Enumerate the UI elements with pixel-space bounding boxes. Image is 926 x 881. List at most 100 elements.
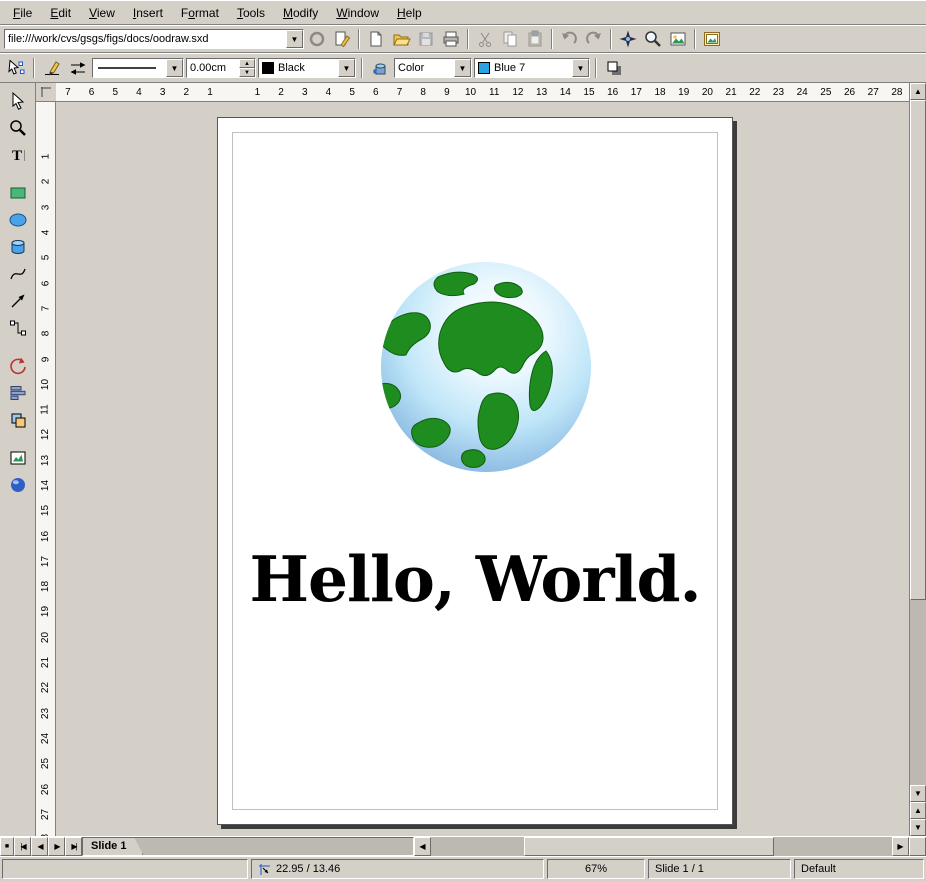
ruler-tick: 23 (36, 701, 55, 726)
ruler-tick: 9 (435, 87, 459, 98)
zoom-tool[interactable] (6, 116, 30, 140)
url-dropdown-button[interactable]: ▼ (286, 30, 303, 48)
zoom-value: 67% (585, 863, 607, 875)
line-width-up-button[interactable]: ▲ (239, 59, 255, 68)
scroll-up-button[interactable]: ▲ (910, 83, 926, 100)
gallery-icon[interactable] (666, 27, 690, 51)
paste-icon[interactable] (523, 27, 547, 51)
layer-mode-button[interactable]: ■ (0, 837, 14, 856)
line-color-dropdown-button[interactable]: ▼ (338, 59, 355, 77)
line-color-combobox: Black ▼ (258, 58, 356, 78)
vertical-scrollbar: ▲ ▼ ▲ ▼ (909, 83, 926, 836)
zoom-field[interactable]: 67% (547, 859, 645, 879)
horizontal-scroll-track[interactable] (774, 837, 892, 856)
horizontal-scrollbar: ◀ ▶ (414, 837, 909, 856)
menu-item[interactable]: File (4, 3, 41, 23)
globe-image[interactable] (378, 255, 594, 485)
previous-page-button[interactable]: ▲ (910, 802, 926, 819)
ruler-tick: 16 (601, 87, 625, 98)
effects-tool[interactable] (6, 473, 30, 497)
ellipse-tool[interactable] (6, 208, 30, 232)
3d-objects-tool[interactable] (6, 235, 30, 259)
open-icon[interactable] (389, 27, 413, 51)
ruler-tick: 1 (36, 144, 55, 169)
next-slide-button[interactable]: ▶ (48, 837, 65, 856)
arrow-style-icon[interactable] (66, 56, 90, 80)
cursor-position-field[interactable]: 22.95 / 13.46 (251, 859, 544, 879)
connector-tool[interactable] (6, 316, 30, 340)
text-tool[interactable]: T (6, 143, 30, 167)
scroll-left-button[interactable]: ◀ (414, 837, 431, 856)
new-document-icon[interactable] (364, 27, 388, 51)
edit-points-icon[interactable] (4, 56, 28, 80)
copy-icon[interactable] (498, 27, 522, 51)
cut-icon[interactable] (473, 27, 497, 51)
alignment-tool[interactable] (6, 381, 30, 405)
first-slide-button[interactable]: |◀ (14, 837, 31, 856)
horizontal-scroll-thumb[interactable] (524, 837, 774, 856)
ruler-tick: 18 (36, 574, 55, 599)
shadow-icon[interactable] (602, 56, 626, 80)
ruler-tick: 26 (838, 87, 862, 98)
curve-tool[interactable] (6, 262, 30, 286)
area-style-dropdown-button[interactable]: ▼ (454, 59, 471, 77)
menu-item[interactable]: View (80, 3, 124, 23)
line-width-input[interactable] (187, 59, 239, 77)
url-input[interactable] (5, 30, 286, 48)
rotate-tool[interactable] (6, 354, 30, 378)
page-canvas[interactable]: Hello, World. (217, 117, 733, 825)
ruler-tick: 12 (36, 422, 55, 447)
fill-color-dropdown-button[interactable]: ▼ (572, 59, 589, 77)
area-style-label: Color (395, 59, 454, 77)
separator (595, 58, 597, 78)
last-slide-button[interactable]: ▶| (65, 837, 82, 856)
scroll-down-button[interactable]: ▼ (910, 785, 926, 802)
menu-item[interactable]: Modify (274, 3, 327, 23)
previous-slide-button[interactable]: ◀ (31, 837, 48, 856)
next-page-button[interactable]: ▼ (910, 819, 926, 836)
lines-arrows-tool[interactable] (6, 289, 30, 313)
hello-world-text[interactable]: Hello, World. (218, 542, 732, 616)
ruler-tick: 28 (36, 827, 55, 836)
ruler-tick: 7 (388, 87, 412, 98)
ruler-tick: 10 (36, 372, 55, 397)
arrange-tool[interactable] (6, 408, 30, 432)
menu-item[interactable]: Edit (41, 3, 80, 23)
menu-item[interactable]: Window (327, 3, 388, 23)
vertical-scroll-thumb[interactable] (910, 100, 926, 600)
page-style-field[interactable]: Default (794, 859, 924, 879)
menu-item[interactable]: Insert (124, 3, 172, 23)
vertical-scroll-track[interactable] (910, 600, 926, 785)
redo-icon[interactable] (582, 27, 606, 51)
scroll-right-button[interactable]: ▶ (892, 837, 909, 856)
ruler-tick: 24 (790, 87, 814, 98)
line-style-preview (93, 59, 166, 77)
line-style-dropdown-button[interactable]: ▼ (166, 59, 183, 77)
insert-image-icon[interactable] (700, 27, 724, 51)
slide-indicator-field[interactable]: Slide 1 / 1 (648, 859, 791, 879)
zoom-icon[interactable] (641, 27, 665, 51)
print-icon[interactable] (439, 27, 463, 51)
stop-icon[interactable] (305, 27, 329, 51)
menu-item[interactable]: Help (388, 3, 431, 23)
insert-tool[interactable] (6, 446, 30, 470)
line-icon[interactable] (40, 56, 64, 80)
select-tool[interactable] (6, 89, 30, 113)
ruler-tick: 22 (743, 87, 767, 98)
url-combobox: ▼ (4, 29, 304, 49)
ruler-tick: 28 (885, 87, 909, 98)
area-icon[interactable] (368, 56, 392, 80)
line-width-down-button[interactable]: ▼ (239, 68, 255, 77)
rectangle-tool[interactable] (6, 181, 30, 205)
undo-icon[interactable] (557, 27, 581, 51)
edit-file-icon[interactable] (330, 27, 354, 51)
menu-item[interactable]: Format (172, 3, 228, 23)
drawing-workspace[interactable]: Hello, World. (56, 102, 909, 836)
save-icon[interactable] (414, 27, 438, 51)
slide-tab[interactable]: Slide 1 (83, 838, 143, 855)
menu-item[interactable]: Tools (228, 3, 274, 23)
navigator-icon[interactable] (616, 27, 640, 51)
ruler-tick: 6 (36, 270, 55, 295)
status-message-field (2, 859, 248, 879)
status-bar: 22.95 / 13.46 67% Slide 1 / 1 Default (0, 856, 926, 881)
